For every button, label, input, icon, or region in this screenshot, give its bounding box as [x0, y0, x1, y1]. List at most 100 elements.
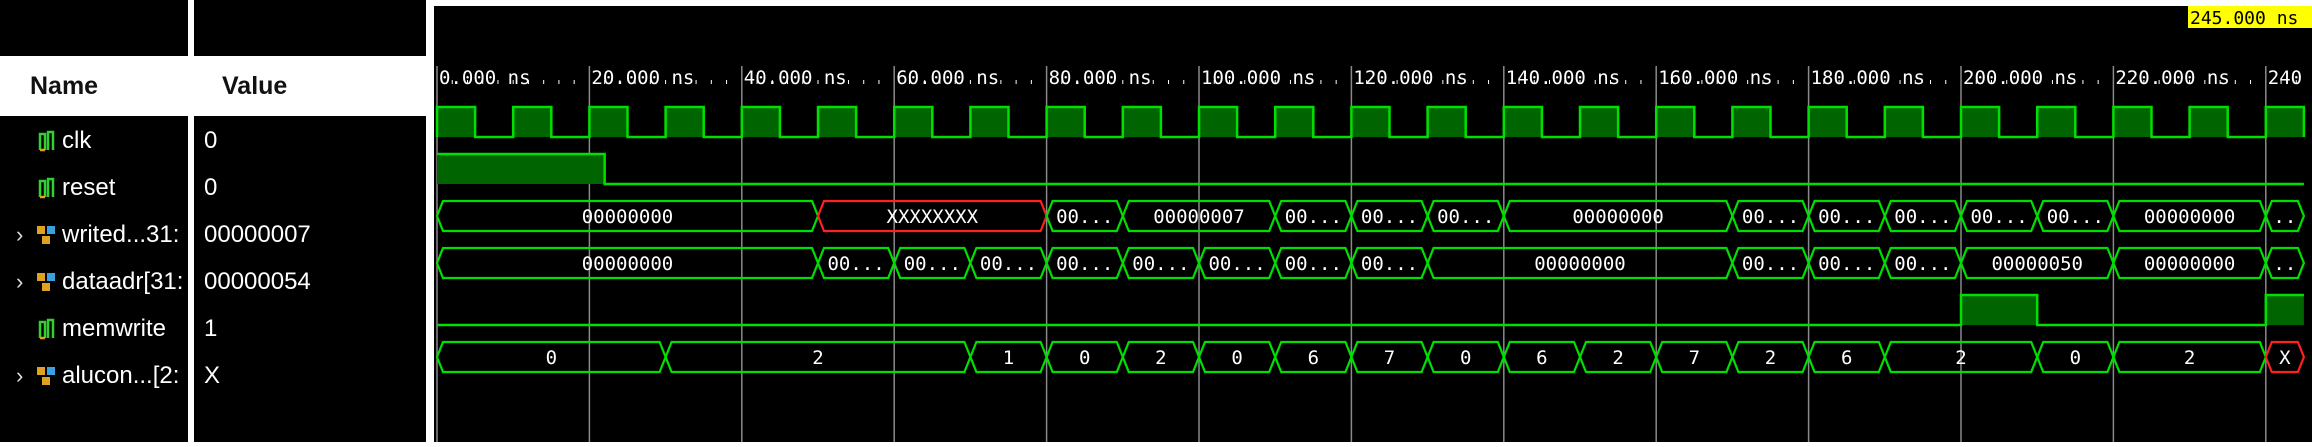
expand-chevron-icon[interactable]: › — [16, 222, 30, 248]
clk-high-fill — [1732, 107, 1771, 137]
clk-high-fill — [1961, 107, 2000, 137]
memwrite-high-fill — [1961, 295, 2038, 325]
dataadr-segment-label: 00... — [1361, 253, 1418, 275]
alucontrol-segment-label: 2 — [1955, 347, 1966, 369]
time-tick-label: 220.000 ns — [2115, 67, 2229, 89]
signal-value-label: 1 — [204, 315, 218, 342]
signal-value-label: 0 — [204, 174, 218, 201]
signal-value-label: X — [204, 362, 221, 389]
alucontrol-segment-label: 1 — [1003, 347, 1014, 369]
alucontrol-segment-label: 7 — [1689, 347, 1700, 369]
clk-high-fill — [1275, 107, 1314, 137]
clk-high-fill — [1656, 107, 1695, 137]
waveform-canvas[interactable]: 0.000 ns 20.000 ns 40.000 ns 60.000 ns 80.00… — [434, 6, 2312, 442]
name-column-label: Name — [30, 72, 99, 100]
name-column-header[interactable]: Name — [0, 56, 188, 116]
cursor-time-label: 245.000 ns — [2190, 8, 2298, 29]
signal-row-name[interactable]: clk — [36, 122, 91, 160]
clk-high-fill — [1427, 107, 1466, 137]
clk-high-fill — [2265, 107, 2304, 137]
writedata-segment-label: 00... — [1056, 206, 1113, 228]
clk-high-fill — [1580, 107, 1619, 137]
dataadr-segment-label: 00... — [904, 253, 961, 275]
alucontrol-segment-label: 2 — [812, 347, 823, 369]
writedata-segment-label: 00... — [1361, 206, 1418, 228]
writedata-segment-label: 00000000 — [2144, 206, 2236, 228]
time-tick-label: 60.000 ns — [896, 67, 999, 89]
alucontrol-segment-label: 6 — [1308, 347, 1319, 369]
signal-value-label: 00000054 — [204, 268, 311, 295]
signal-name-label: reset — [62, 174, 116, 201]
signal-name-label: memwrite — [62, 315, 167, 342]
dataadr-segment-label: 00... — [1056, 253, 1113, 275]
alucontrol-segment-label: 0 — [2070, 347, 2081, 369]
time-tick-label: 240 — [2268, 67, 2302, 89]
alucontrol-segment-label: 2 — [1155, 347, 1166, 369]
dataadr-segment-label: 00000000 — [2144, 253, 2236, 275]
values-wave-splitter[interactable] — [426, 0, 434, 442]
dataadr-segment-label: 00... — [1742, 253, 1799, 275]
clk-high-fill — [1351, 107, 1390, 137]
clk-high-fill — [437, 107, 476, 137]
clk-high-fill — [2189, 107, 2228, 137]
alucontrol-segment-label: 0 — [546, 347, 557, 369]
alucontrol-segment-label: X — [2279, 347, 2291, 369]
time-tick-label: 20.000 ns — [591, 67, 694, 89]
signal-row-name[interactable]: › alucon...[2: — [16, 357, 179, 395]
time-tick-label: 0.000 ns — [439, 67, 531, 89]
bit-signal-icon — [36, 128, 58, 154]
writedata-segment-label: 00000000 — [1572, 206, 1664, 228]
reset-waveform — [437, 152, 2304, 186]
dataadr-segment-label: 00000000 — [1534, 253, 1626, 275]
writedata-segment-label: 00000007 — [1153, 206, 1245, 228]
signal-row-name[interactable]: › writed...31: — [16, 216, 180, 254]
clk-high-fill — [589, 107, 628, 137]
dataadr-segment-label: 00... — [1132, 253, 1189, 275]
signal-row-name[interactable]: reset — [36, 169, 115, 207]
waveform-pane[interactable]: 0.000 ns 20.000 ns 40.000 ns 60.000 ns 80.00… — [434, 6, 2312, 442]
writedata-segment-label: 00... — [1437, 206, 1494, 228]
signal-name-label: writed...31: — [62, 221, 180, 248]
value-column-header[interactable]: Value — [194, 56, 426, 116]
clk-high-fill — [818, 107, 857, 137]
bit-signal-icon — [36, 175, 58, 201]
dataadr-segment-label: 00... — [980, 253, 1037, 275]
bit-signal-icon — [36, 316, 58, 342]
expand-chevron-icon[interactable]: › — [16, 363, 30, 389]
writedata-segment-label: 00... — [1818, 206, 1875, 228]
alucontrol-segment-label: 7 — [1384, 347, 1395, 369]
signal-name-label: clk — [62, 127, 92, 154]
memwrite-high-fill — [2265, 295, 2304, 325]
writedata-segment-label: 00... — [1970, 206, 2027, 228]
clk-high-fill — [2113, 107, 2152, 137]
clk-high-fill — [1503, 107, 1542, 137]
alucontrol-segment-label: 0 — [1460, 347, 1471, 369]
dataadr-segment-label: 00... — [1285, 253, 1342, 275]
time-tick-label: 120.000 ns — [1353, 67, 1467, 89]
clk-high-fill — [970, 107, 1009, 137]
clk-high-fill — [2037, 107, 2076, 137]
dataadr-segment-label: 00000000 — [582, 253, 674, 275]
signal-row-name[interactable]: › dataadr[31: — [16, 263, 184, 301]
clk-high-fill — [513, 107, 552, 137]
alucontrol-segment-label: 0 — [1079, 347, 1090, 369]
value-column-label: Value — [222, 72, 288, 100]
expand-chevron-icon[interactable]: › — [16, 269, 30, 295]
bus-signal-icon — [36, 222, 58, 248]
writedata-segment-label: XXXXXXXX — [887, 206, 979, 228]
writedata-segment-label: 00... — [1742, 206, 1799, 228]
clk-high-fill — [1808, 107, 1847, 137]
clk-high-fill — [1199, 107, 1238, 137]
time-tick-label: 140.000 ns — [1506, 67, 1620, 89]
alucontrol-segment-label: 0 — [1231, 347, 1242, 369]
writedata-segment-label: 00... — [1285, 206, 1342, 228]
signal-row-name[interactable]: memwrite — [36, 310, 166, 348]
dataadr-segment-label: 00... — [1208, 253, 1265, 275]
signal-name-label: dataadr[31: — [62, 268, 184, 295]
time-tick-label: 160.000 ns — [1658, 67, 1772, 89]
clk-high-fill — [1046, 107, 1085, 137]
signal-value-label: 0 — [204, 127, 218, 154]
alucontrol-segment-label: 6 — [1841, 347, 1852, 369]
alucontrol-segment-label: 6 — [1536, 347, 1547, 369]
reset-high-fill — [437, 154, 605, 184]
